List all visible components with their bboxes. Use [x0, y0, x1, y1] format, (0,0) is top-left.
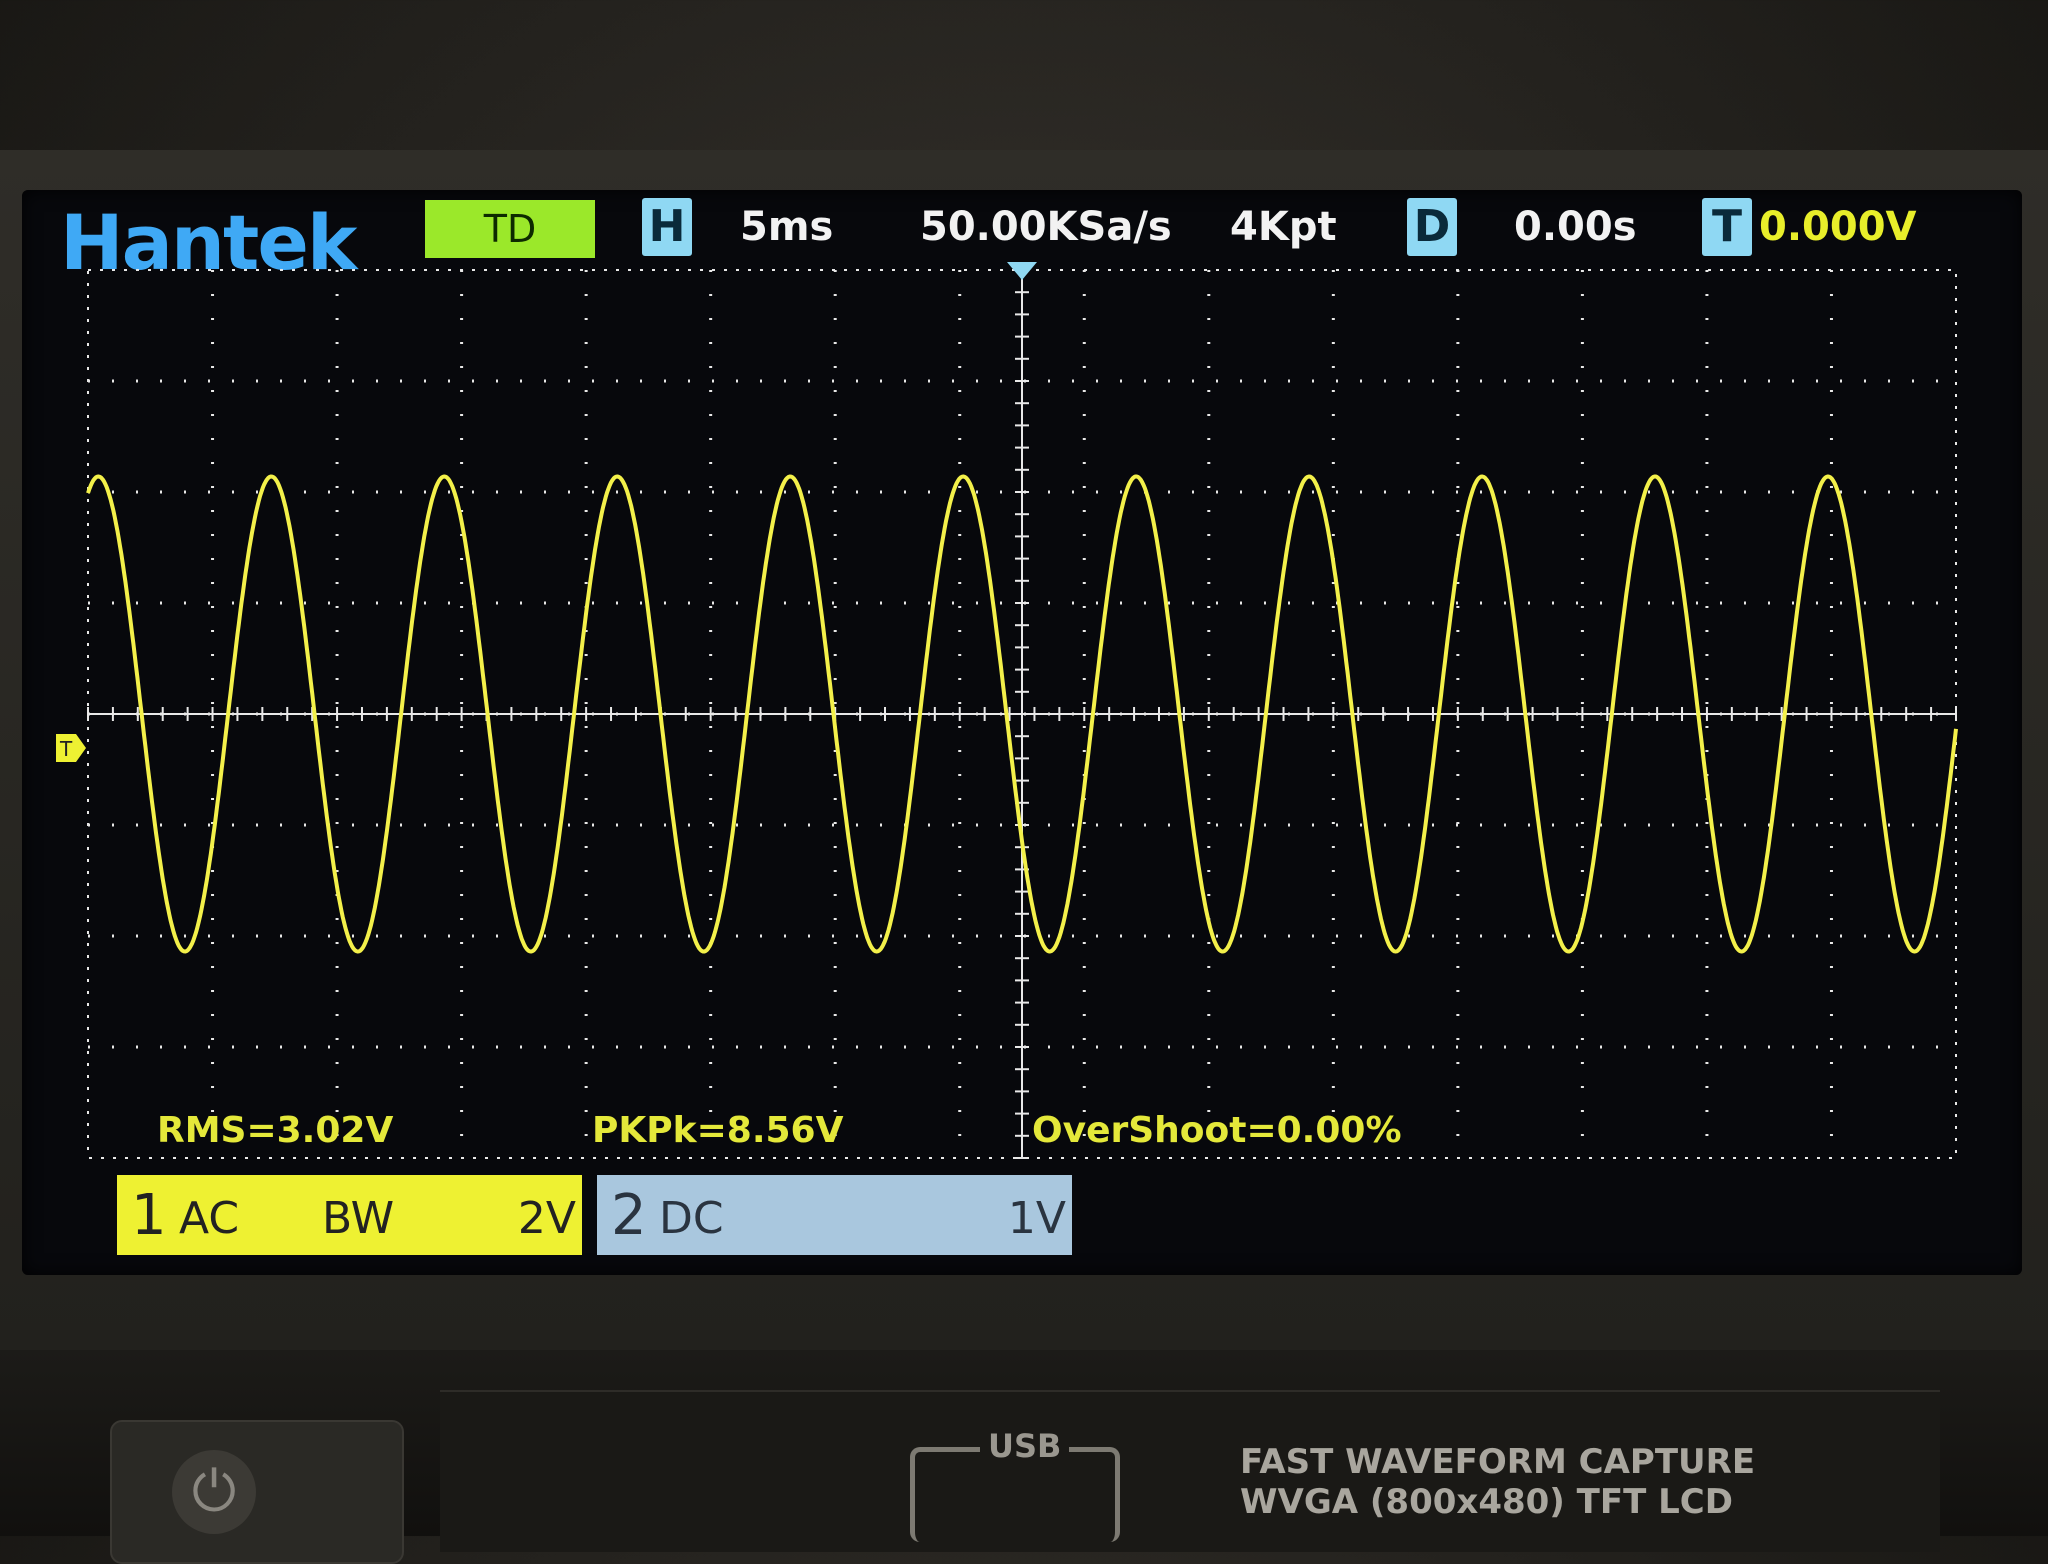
feature-caption-line1: FAST WAVEFORM CAPTURE	[1240, 1442, 1756, 1482]
channel2-number: 2	[611, 1183, 647, 1248]
feature-caption-line2: WVGA (800x480) TFT LCD	[1240, 1482, 1733, 1522]
channel1-number: 1	[131, 1183, 167, 1248]
trigger-level-readout: 0.000V	[1759, 204, 1917, 250]
pkpk-measurement: PKPk=8.56V	[592, 1110, 844, 1151]
channel2-coupling: DC	[659, 1193, 724, 1244]
waveform-display: T	[56, 262, 1958, 1159]
rms-measurement: RMS=3.02V	[157, 1110, 394, 1151]
delay-key-icon: D	[1407, 198, 1457, 256]
usb-label: USB	[980, 1427, 1070, 1465]
power-icon: ⏻	[172, 1450, 256, 1534]
power-button[interactable]: ⏻	[110, 1420, 404, 1564]
trigger-marker-label: T	[59, 737, 73, 761]
sample-rate-readout: 50.00KSa/s	[920, 204, 1172, 250]
trigger-position-marker	[1007, 262, 1037, 280]
horizontal-key-icon: H	[642, 198, 692, 256]
memory-depth-readout: 4Kpt	[1230, 204, 1337, 250]
front-panel-lower: ⏻ USB FAST WAVEFORM CAPTURE WVGA (800x48…	[0, 1350, 2048, 1564]
channel2-badge[interactable]: 2 DC 1V	[597, 1175, 1072, 1255]
graticule	[87, 269, 1957, 1159]
channel2-scale: 1V	[1007, 1193, 1066, 1244]
channel1-scale: 2V	[517, 1193, 576, 1244]
channel1-ground-marker: T	[56, 734, 86, 762]
channel1-coupling: AC	[179, 1193, 240, 1244]
overshoot-measurement: OverShoot=0.00%	[1032, 1110, 1402, 1151]
channel1-badge[interactable]: 1 AC BW 2V	[117, 1175, 582, 1255]
feature-caption: FAST WAVEFORM CAPTURE WVGA (800x480) TFT…	[1240, 1442, 1755, 1522]
oscilloscope-screen: Hantek TD H 5ms 50.00KSa/s 4Kpt D 0.00s …	[22, 190, 2022, 1275]
timebase-readout: 5ms	[740, 204, 834, 250]
trigger-key-icon: T	[1702, 198, 1752, 256]
channel1-bandwidth-limit: BW	[322, 1193, 395, 1244]
io-panel: USB FAST WAVEFORM CAPTURE WVGA (800x480)…	[440, 1390, 1940, 1552]
mode-badge: TD	[425, 200, 595, 258]
delay-readout: 0.00s	[1514, 204, 1637, 250]
